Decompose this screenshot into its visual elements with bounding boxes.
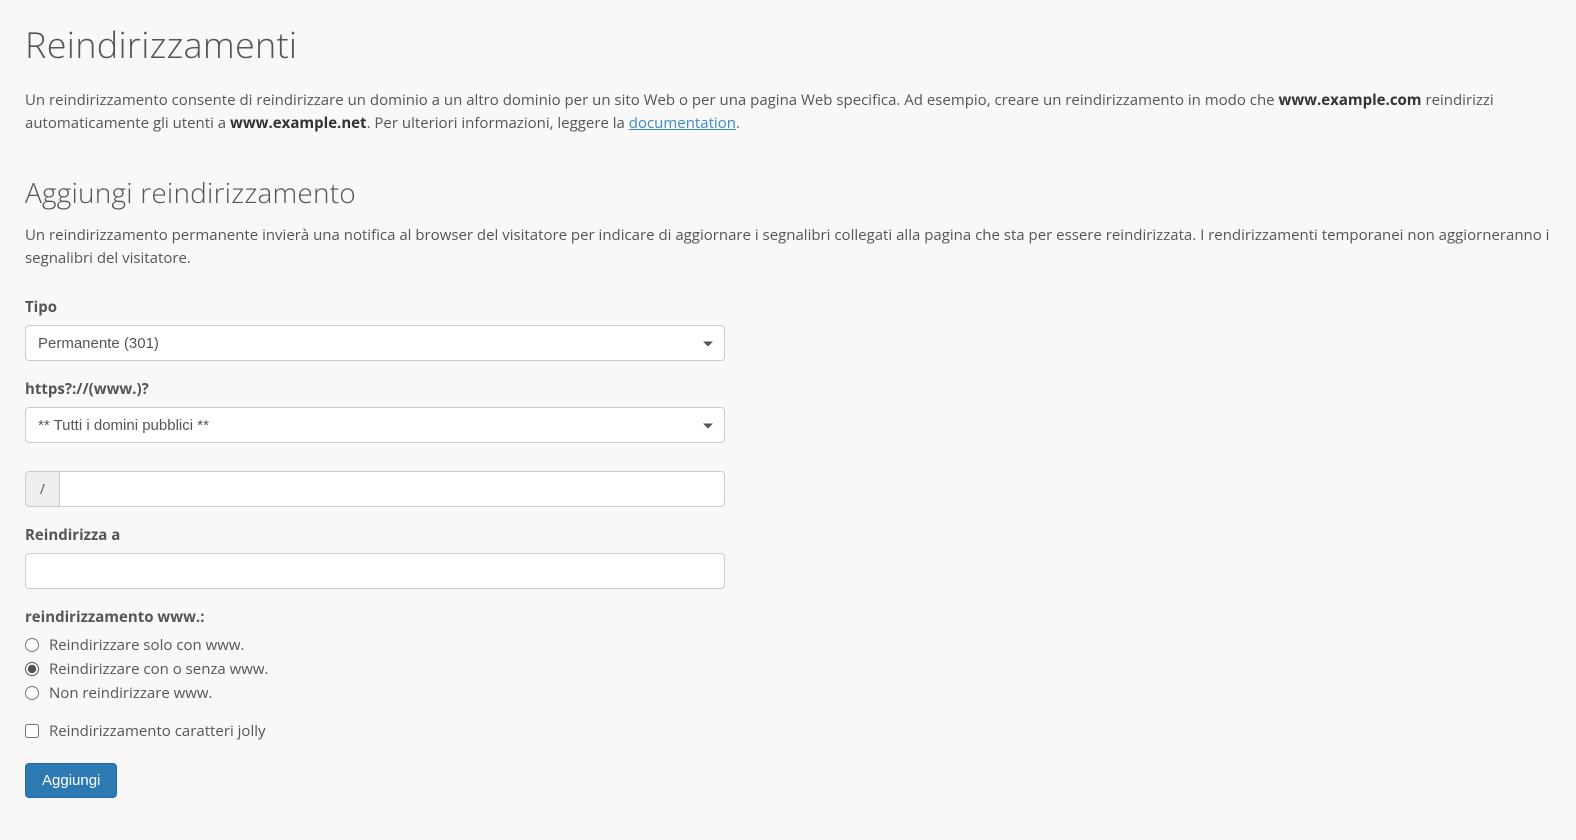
section-description: Un reindirizzamento permanente invierà u…	[25, 224, 1551, 269]
page-title: Reindirizzamenti	[25, 20, 1551, 69]
radio-no-www-label[interactable]: Non reindirizzare www.	[49, 683, 213, 703]
radio-with-or-without-www-label[interactable]: Reindirizzare con o senza www.	[49, 659, 268, 679]
desc-bold2: www.example.net	[230, 113, 367, 133]
desc-part1: Un reindirizzamento consente di reindiri…	[25, 90, 1278, 110]
redirect-to-label: Reindirizza a	[25, 525, 1551, 545]
section-title: Aggiungi reindirizzamento	[25, 174, 1551, 212]
path-prefix: /	[25, 471, 59, 507]
radio-only-www-label[interactable]: Reindirizzare solo con www.	[49, 635, 244, 655]
path-input[interactable]	[59, 471, 725, 507]
radio-with-or-without-www[interactable]	[25, 662, 39, 676]
desc-part3: . Per ulteriori informazioni, leggere la	[367, 113, 629, 133]
domain-select[interactable]: ** Tutti i domini pubblici **	[25, 407, 725, 443]
page-description: Un reindirizzamento consente di reindiri…	[25, 89, 1551, 134]
add-button[interactable]: Aggiungi	[25, 763, 117, 798]
redirect-to-input[interactable]	[25, 553, 725, 589]
documentation-link[interactable]: documentation	[629, 113, 736, 133]
type-select[interactable]: Permanente (301)	[25, 325, 725, 361]
desc-end: .	[736, 113, 740, 133]
www-redirect-label: reindirizzamento www.:	[25, 607, 1551, 627]
desc-bold1: www.example.com	[1278, 90, 1421, 110]
radio-only-www[interactable]	[25, 638, 39, 652]
domain-label: https?://(www.)?	[25, 379, 1551, 399]
radio-no-www[interactable]	[25, 686, 39, 700]
type-label: Tipo	[25, 297, 1551, 317]
wildcard-checkbox[interactable]	[25, 724, 39, 738]
wildcard-label[interactable]: Reindirizzamento caratteri jolly	[49, 721, 266, 741]
